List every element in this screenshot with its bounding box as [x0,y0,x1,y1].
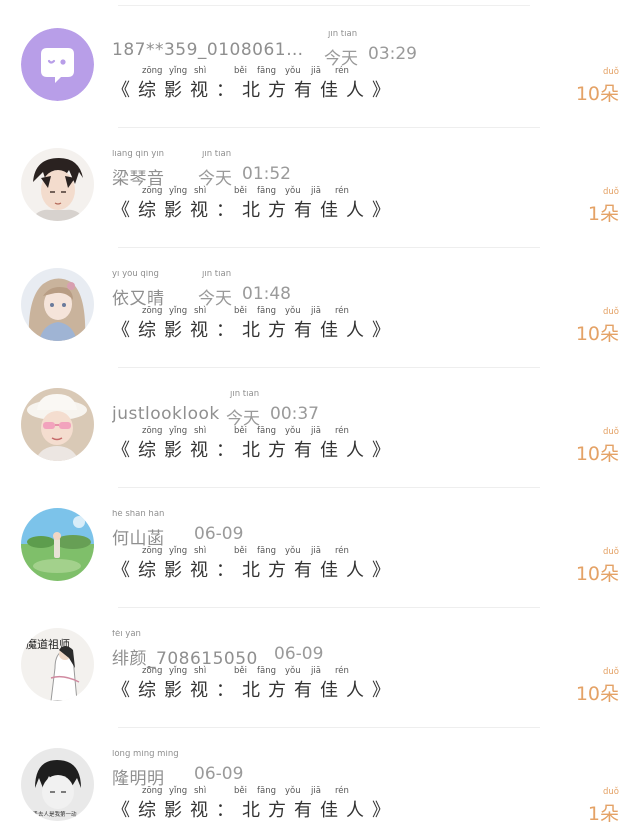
timestamp: 00:37 [270,404,319,424]
time-pinyin: jīn tiān [202,270,232,279]
avatar[interactable] [21,508,94,581]
gift-name: 《综影视：北方有佳人》 [112,80,398,101]
gift-name: 《综影视：北方有佳人》 [112,800,398,821]
avatar[interactable] [21,388,94,461]
list-item[interactable]: hé shān hán 何山菡 06-09 zōng yǐng shì běi … [0,488,640,608]
avatar[interactable] [21,268,94,341]
user-name[interactable]: justlooklook [112,404,220,424]
entry-meta: 187**359_0108061… jīn tiān 今天 03:29 [112,30,500,70]
count-value: 10朵 [575,83,619,105]
name-pinyin: yī yòu qíng [112,270,159,279]
entry-meta: liáng qín yīn 梁琴音 jīn tiān 今天 01:52 [112,150,500,190]
timestamp: 03:29 [368,44,417,64]
chat-bubble-icon [21,28,94,101]
child-with-hat-avatar-icon [21,388,94,461]
timestamp: 06-09 [194,764,244,784]
count-value: 10朵 [575,323,619,345]
time-pinyin: jīn tiān [202,150,232,159]
list-item[interactable]: justlooklook jīn tiān 今天 00:37 zōng yǐng… [0,368,640,488]
timestamp: 01:52 [242,164,291,184]
list-item[interactable]: 187**359_0108061… jīn tiān 今天 03:29 zōng… [0,8,640,128]
name-pinyin: lóng míng míng [112,750,179,759]
entry-meta: lóng míng míng 隆明明 06-09 [112,750,500,790]
timestamp: 06-09 [274,644,324,664]
landscape-avatar-icon [21,508,94,581]
gift-record-list: 187**359_0108061… jīn tiān 今天 03:29 zōng… [0,0,640,835]
gift-name: 《综影视：北方有佳人》 [112,680,398,701]
gift-name: 《综影视：北方有佳人》 [112,320,398,341]
time-pinyin: jīn tiān [328,30,358,39]
entry-meta: fěi yán 绯颜_708615050 06-09 [112,630,500,670]
name-pinyin: hé shān hán [112,510,165,519]
mo-dao-zu-shi-avatar-icon: 魔道祖师 [21,628,94,701]
list-item[interactable]: 魔道祖师 fěi yán 绯颜_708615050 06-09 zōng yǐn… [0,608,640,728]
user-name[interactable]: 187**359_0108061… [112,40,304,60]
avatar[interactable] [21,148,94,221]
anime-girl-avatar-icon [21,268,94,341]
count-value: 10朵 [575,443,619,465]
avatar[interactable] [21,28,94,101]
count-value: 10朵 [575,563,619,585]
time-pinyin: jīn tiān [230,390,260,399]
anime-man-avatar-icon [21,148,94,221]
avatar-text: 别丢去人是我第一动 [27,810,77,818]
entry-meta: hé shān hán 何山菡 06-09 [112,510,500,550]
timestamp: 01:48 [242,284,291,304]
list-item[interactable]: liáng qín yīn 梁琴音 jīn tiān 今天 01:52 zōng… [0,128,640,248]
list-item[interactable]: 别丢去人是我第一动 lóng míng míng 隆明明 06-09 zōng … [0,728,640,835]
list-item[interactable]: yī yòu qíng 依又晴 jīn tiān 今天 01:48 zōng y… [0,248,640,368]
gift-name: 《综影视：北方有佳人》 [112,200,398,221]
gift-name: 《综影视：北方有佳人》 [112,560,398,581]
gift-name: 《综影视：北方有佳人》 [112,440,398,461]
count-value: 1朵 [587,203,619,225]
entry-meta: yī yòu qíng 依又晴 jīn tiān 今天 01:48 [112,270,500,310]
monochrome-boy-avatar-icon: 别丢去人是我第一动 [21,748,94,821]
entry-meta: justlooklook jīn tiān 今天 00:37 [112,390,500,430]
avatar[interactable]: 别丢去人是我第一动 [21,748,94,821]
name-pinyin: fěi yán [112,630,141,639]
count-value: 10朵 [575,683,619,705]
count-value: 1朵 [587,803,619,825]
name-pinyin: liáng qín yīn [112,150,165,159]
avatar[interactable]: 魔道祖师 [21,628,94,701]
top-divider [118,5,530,6]
timestamp: 06-09 [194,524,244,544]
